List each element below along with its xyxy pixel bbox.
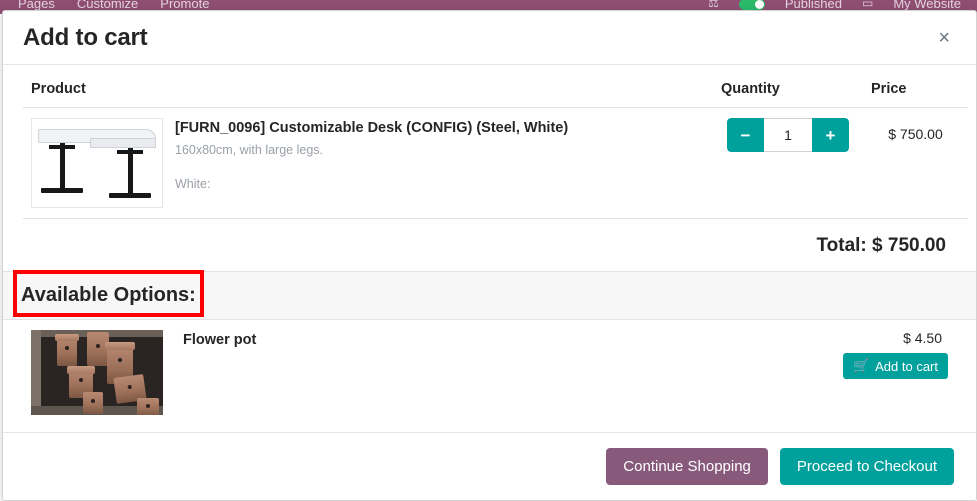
available-options-section-header: Available Options:: [3, 270, 976, 320]
column-header-quantity: Quantity: [713, 75, 863, 108]
continue-shopping-button[interactable]: Continue Shopping: [606, 448, 768, 485]
option-action-cell: $ 4.50 🛒 Add to cart: [806, 320, 956, 425]
my-website-label[interactable]: My Website: [893, 0, 961, 10]
editor-menu-promote[interactable]: Promote: [160, 0, 209, 10]
close-icon[interactable]: ×: [932, 26, 956, 50]
product-description: 160x80cm, with large legs.: [175, 143, 323, 157]
cart-table: Product Quantity Price [FURN_0096] Custo…: [23, 75, 968, 219]
quantity-decrease-button[interactable]: −: [727, 118, 764, 152]
published-toggle[interactable]: [738, 0, 765, 10]
quantity-input[interactable]: [764, 118, 812, 152]
add-to-cart-modal: Add to cart × Product Quantity Price [FU…: [2, 10, 977, 501]
modal-body: Product Quantity Price [FURN_0096] Custo…: [3, 65, 976, 425]
quantity-cell: − +: [713, 107, 863, 219]
proceed-to-checkout-button[interactable]: Proceed to Checkout: [779, 448, 954, 485]
add-to-cart-button[interactable]: 🛒 Add to cart: [842, 353, 948, 379]
product-thumbnail-flower-pot: [31, 330, 163, 415]
column-header-product: Product: [23, 75, 713, 108]
published-label: Published: [784, 0, 842, 11]
quantity-increase-button[interactable]: +: [812, 118, 849, 152]
table-row: [FURN_0096] Customizable Desk (CONFIG) (…: [23, 107, 968, 219]
option-name-cell: Flower pot: [175, 320, 806, 425]
product-thumbnail-desk: [31, 118, 163, 208]
option-product-name: Flower pot: [183, 332, 257, 348]
product-price: $ 750.00: [863, 107, 968, 219]
list-item: Flower pot $ 4.50 🛒 Add to cart: [23, 320, 956, 425]
shopping-cart-icon: 🛒: [852, 358, 870, 373]
cart-total-row: Total: $ 750.00: [23, 219, 956, 271]
available-options-title: Available Options:: [21, 284, 196, 306]
product-name: [FURN_0096] Customizable Desk (CONFIG) (…: [175, 120, 569, 136]
column-header-price: Price: [863, 75, 968, 108]
quantity-stepper: − +: [727, 118, 849, 152]
mobile-preview-icon[interactable]: ▭: [862, 0, 873, 10]
option-price: $ 4.50: [903, 330, 942, 346]
modal-footer: Continue Shopping Proceed to Checkout: [3, 432, 976, 500]
product-attribute-label: White:: [175, 177, 211, 191]
editor-menu-customize[interactable]: Customize: [77, 0, 138, 10]
table-header-row: Product Quantity Price: [23, 75, 968, 108]
cart-total-amount: Total: $ 750.00: [816, 235, 946, 256]
optional-products-table: Flower pot $ 4.50 🛒 Add to cart: [23, 320, 956, 425]
ab-test-icon[interactable]: ⚖: [708, 0, 719, 10]
add-to-cart-label: Add to cart: [875, 358, 938, 374]
product-cell: [FURN_0096] Customizable Desk (CONFIG) (…: [23, 107, 713, 219]
editor-menu-pages[interactable]: Pages: [18, 0, 55, 10]
page-title: Add to cart: [23, 23, 148, 51]
option-thumbnail-cell: [23, 320, 175, 425]
modal-header: Add to cart ×: [3, 11, 976, 65]
